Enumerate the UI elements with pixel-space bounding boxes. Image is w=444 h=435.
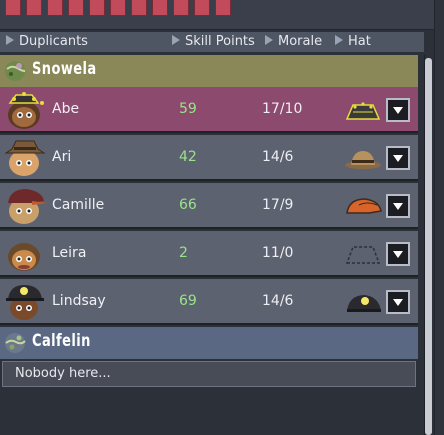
- top-slot[interactable]: [194, 0, 210, 16]
- fancy-hat-icon: [345, 102, 381, 120]
- mining-helmet-icon: [347, 295, 381, 312]
- skill-points: 2: [179, 245, 188, 261]
- hat-dropdown-button[interactable]: [386, 242, 410, 266]
- table-row[interactable]: Lindsay 69 14/6: [0, 279, 418, 325]
- morale: 14/6: [262, 149, 294, 165]
- skill-points: 59: [179, 101, 197, 117]
- top-slot[interactable]: [89, 0, 105, 16]
- sort-arrow-icon: [6, 35, 14, 45]
- sort-arrow-icon: [172, 35, 180, 45]
- duplicant-portrait: [8, 189, 48, 224]
- list-empty-area: [0, 390, 424, 435]
- morale: 14/6: [262, 293, 294, 309]
- duplicant-name: Leira: [52, 245, 87, 261]
- top-slot[interactable]: [47, 0, 63, 16]
- table-row[interactable]: Ari 42 14/6: [0, 135, 418, 181]
- skill-points: 42: [179, 149, 197, 165]
- table-row[interactable]: Camille 66 17/9: [0, 183, 418, 229]
- column-hat[interactable]: Hat: [335, 34, 371, 49]
- skill-points: 66: [179, 197, 197, 213]
- top-slot[interactable]: [26, 0, 42, 16]
- hat-dropdown-button[interactable]: [386, 290, 410, 314]
- top-slot[interactable]: [215, 0, 231, 16]
- column-header-bar: Duplicants Skill Points Morale Hat: [0, 32, 424, 52]
- sort-arrow-icon: [335, 35, 343, 45]
- morale: 17/9: [262, 197, 294, 213]
- scrollbar-thumb[interactable]: [425, 58, 432, 435]
- planet-icon: [5, 61, 26, 81]
- hat-dropdown-button[interactable]: [386, 98, 410, 122]
- sort-arrow-icon: [265, 35, 273, 45]
- skill-points: 69: [179, 293, 197, 309]
- duplicant-name: Abe: [52, 101, 80, 117]
- group-header-snowela[interactable]: Snowela: [0, 55, 418, 87]
- column-skill-points[interactable]: Skill Points: [172, 34, 255, 49]
- table-row[interactable]: Leira 2 11/0: [0, 231, 418, 277]
- safari-hat-icon: [345, 151, 381, 169]
- duplicant-name: Ari: [52, 149, 72, 165]
- column-morale[interactable]: Morale: [265, 34, 322, 49]
- hat-dropdown-button[interactable]: [386, 194, 410, 218]
- top-slot[interactable]: [131, 0, 147, 16]
- duplicant-portrait: [8, 243, 40, 271]
- duplicant-portrait: [8, 92, 44, 129]
- top-slot[interactable]: [173, 0, 189, 16]
- group-header-calfelin[interactable]: Calfelin: [0, 327, 418, 359]
- morale: 17/10: [262, 101, 303, 117]
- cap-hat-icon: [346, 198, 382, 214]
- column-duplicants[interactable]: Duplicants: [6, 34, 88, 49]
- top-slot[interactable]: [110, 0, 126, 16]
- hat-dropdown-button[interactable]: [386, 146, 410, 170]
- empty-hat-icon: [345, 246, 381, 264]
- top-slot[interactable]: [152, 0, 168, 16]
- empty-group-message: Nobody here...: [2, 361, 416, 387]
- duplicant-portrait: [4, 140, 46, 176]
- duplicant-name: Lindsay: [52, 293, 106, 309]
- top-strip: [0, 0, 444, 30]
- top-slot[interactable]: [68, 0, 84, 16]
- duplicant-portrait: [6, 285, 44, 320]
- window-edge: [434, 0, 444, 435]
- duplicant-name: Camille: [52, 197, 105, 213]
- top-slot[interactable]: [5, 0, 21, 16]
- morale: 11/0: [262, 245, 294, 261]
- planet-icon: [5, 333, 26, 353]
- table-row[interactable]: Abe 59 17/10: [0, 87, 418, 133]
